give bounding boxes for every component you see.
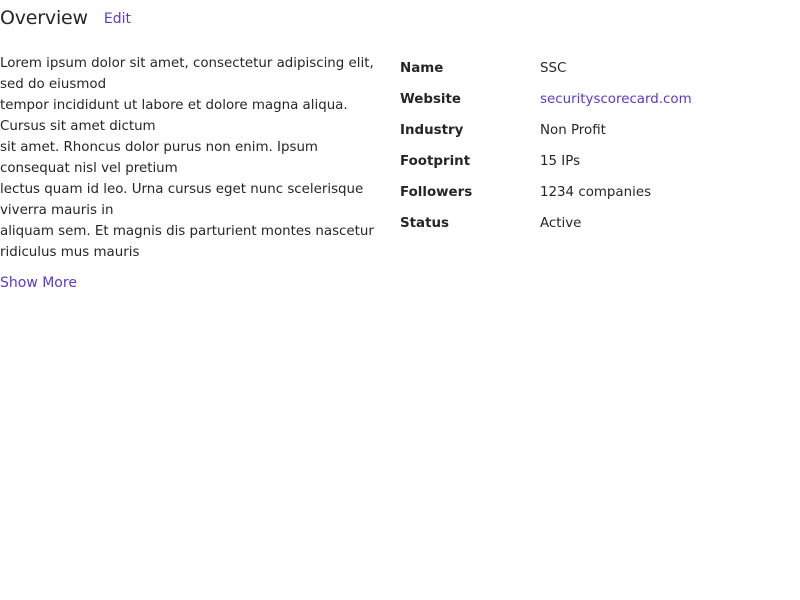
show-more-link[interactable]: Show More [0, 275, 77, 291]
overview-panel: Overview Edit Lorem ipsum dolor sit amet… [0, 0, 800, 600]
detail-row-footprint: Footprint 15 IPs [400, 146, 790, 177]
detail-row-followers: Followers 1234 companies [400, 177, 790, 208]
description-line: Lorem ipsum dolor sit amet, consectetur … [0, 56, 374, 92]
detail-row-name: Name SSC [400, 53, 790, 84]
detail-value-industry: Non Profit [540, 123, 606, 138]
edit-link[interactable]: Edit [104, 11, 131, 27]
description-line: sit amet. Rhoncus dolor purus non enim. … [0, 140, 318, 176]
overview-header: Overview Edit [0, 4, 131, 32]
detail-row-status: Status Active [400, 208, 790, 239]
detail-label: Industry [400, 123, 464, 138]
description-line: tempor incididunt ut labore et dolore ma… [0, 98, 348, 134]
description-text: Lorem ipsum dolor sit amet, consectetur … [0, 53, 380, 263]
detail-label: Name [400, 61, 444, 76]
detail-label: Status [400, 216, 449, 231]
detail-row-industry: Industry Non Profit [400, 115, 790, 146]
description-line: aliquam sem. Et magnis dis parturient mo… [0, 224, 374, 260]
detail-value-followers: 1234 companies [540, 185, 652, 200]
website-link[interactable]: securityscorecard.com [540, 92, 692, 107]
details-list: Name SSC Website securityscorecard.com I… [400, 53, 790, 239]
page-title: Overview [0, 7, 88, 29]
detail-value-footprint: 15 IPs [540, 154, 581, 169]
status-value: Active [540, 216, 582, 231]
description-line: lectus quam id leo. Urna cursus eget nun… [0, 182, 364, 218]
detail-label: Footprint [400, 154, 471, 169]
detail-row-website: Website securityscorecard.com [400, 84, 790, 115]
detail-label: Website [400, 92, 462, 107]
detail-value-name: SSC [540, 61, 567, 76]
detail-label: Followers [400, 185, 473, 200]
